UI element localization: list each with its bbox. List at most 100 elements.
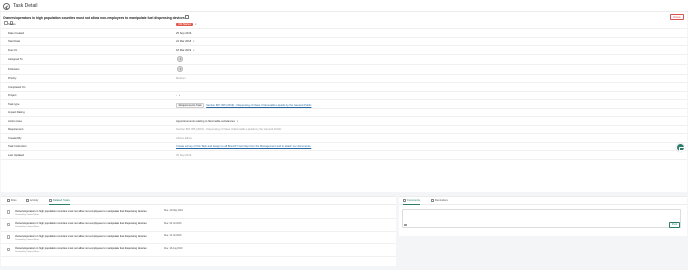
task-type-link[interactable]: Section 807.305 (2019) - Dispensing of C… xyxy=(206,104,311,107)
field-value[interactable]: Apportionments relating to flammable sub… xyxy=(176,120,238,123)
attach-icon[interactable] xyxy=(404,223,407,227)
file-icon xyxy=(7,199,10,202)
field-label: Assigned To xyxy=(8,57,23,61)
field-value-text: Section 807.305 (2019) - Dispensing of C… xyxy=(176,128,282,131)
list-item[interactable]: Owners/operators in high population coun… xyxy=(1,232,396,244)
tab-label: Activity xyxy=(29,199,39,203)
field-label: Created By xyxy=(8,136,22,140)
field-value: Medium xyxy=(176,77,186,80)
related-task-date: Due: 12 Jul 2019 xyxy=(164,235,182,238)
tab-files[interactable]: Files xyxy=(7,199,17,202)
field-row: Priority Medium xyxy=(1,75,687,83)
task-icon xyxy=(7,235,11,239)
field-value[interactable]: - ▾ xyxy=(176,94,180,97)
field-value-text: 18 Mar 2019 xyxy=(176,48,192,52)
status-badge[interactable]: Not Started xyxy=(176,23,194,27)
field-value: Citizen Ethos xyxy=(176,137,192,140)
field-value-text: - xyxy=(176,94,177,97)
field-label: Task type xyxy=(8,102,20,106)
field-label: Project xyxy=(8,94,17,97)
tab-label: Related Tasks xyxy=(52,199,70,203)
chevron-down-icon[interactable]: ▾ xyxy=(195,23,196,26)
field-row: Status Not Started ▾ xyxy=(1,21,687,29)
field-value[interactable]: 24 Mar 2018 ▾ xyxy=(176,40,194,43)
field-value: 25 Sep 2019 xyxy=(176,32,191,35)
field-row: Project - ▾ xyxy=(1,92,687,100)
related-task-title[interactable]: Owners/operators in high population coun… xyxy=(15,235,147,238)
tab-activity[interactable]: Activity xyxy=(26,199,38,202)
field-row: Requirement Section 807.305 (2019) - Disp… xyxy=(1,126,687,134)
edit-title-icon[interactable] xyxy=(185,15,189,19)
field-label: Status xyxy=(8,23,16,26)
field-label: Start Date xyxy=(8,40,21,43)
tab-label: Files xyxy=(10,199,17,203)
field-row: Created By Citizen Ethos xyxy=(1,134,687,143)
post-button[interactable]: Post xyxy=(669,222,680,228)
related-panel: Files Activity Related Tasks Owners/operat… xyxy=(1,196,396,266)
field-label: Priority xyxy=(8,77,17,80)
avatar[interactable] xyxy=(177,56,183,62)
field-value: Requirements Task Section 807.305 (2019) … xyxy=(176,102,311,108)
field-row: Completed On xyxy=(1,83,687,92)
field-row: Start Date 24 Mar 2018 ▾ xyxy=(1,38,687,46)
field-label: Last Updated xyxy=(8,153,24,157)
comments-panel: Comments Reminders Post xyxy=(399,196,687,236)
related-task-creator: Created by Citizen Ethos xyxy=(15,238,40,241)
related-task-date: Due: 09 Jul 2019 xyxy=(164,222,182,225)
related-task-title[interactable]: Owners/operators in high population coun… xyxy=(15,210,147,213)
field-label: Task Instruction xyxy=(8,145,27,148)
chat-icon[interactable] xyxy=(676,143,685,152)
chevron-down-icon[interactable]: ▾ xyxy=(237,120,238,123)
field-value-text: Citizen Ethos xyxy=(176,136,192,140)
related-task-creator: Created by Citizen Ethos xyxy=(15,251,40,253)
task-title: Owners/operators in high population coun… xyxy=(3,15,185,20)
field-value[interactable]: Create survey of this Task and assign to… xyxy=(176,145,311,148)
delete-button[interactable]: Delete xyxy=(670,14,684,20)
field-value: Section 807.305 (2019) - Dispensing of C… xyxy=(176,128,281,131)
chevron-down-icon[interactable]: ▾ xyxy=(193,49,194,52)
chevron-down-icon[interactable]: ▾ xyxy=(179,94,180,97)
field-label: Due On xyxy=(8,48,18,52)
field-label: Completed On xyxy=(8,85,26,89)
bell-icon xyxy=(431,199,434,202)
related-task-title[interactable]: Owners/operators in high population coun… xyxy=(15,247,147,250)
page-header: Task Detail xyxy=(0,0,688,12)
related-task-title[interactable]: Owners/operators in high population coun… xyxy=(15,222,147,225)
field-value-text[interactable]: Create survey of this Task and assign to… xyxy=(176,145,311,148)
field-value-text: 25 Sep 2019 xyxy=(176,153,192,157)
field-row: Due On 18 Mar 2019 ▾ xyxy=(1,46,687,55)
avatar[interactable] xyxy=(177,66,183,72)
field-row: Date Created 25 Sep 2019 xyxy=(1,29,687,38)
task-icon xyxy=(7,210,11,214)
related-task-creator: Created by Citizen Ethos xyxy=(15,213,40,216)
field-value-text: Apportionments relating to flammable sub… xyxy=(176,119,235,123)
task-type-button[interactable]: Requirements Task xyxy=(176,102,205,108)
tab-comments[interactable]: Comments xyxy=(403,199,420,206)
field-row: Task Instruction Create survey of this Ta… xyxy=(1,143,687,151)
field-value[interactable]: Not Started ▾ xyxy=(176,23,196,27)
tab-label: Comments xyxy=(406,199,420,203)
task-icon xyxy=(7,222,11,227)
right-tabbar: Comments Reminders xyxy=(399,197,687,206)
list-item[interactable]: Owners/operators in high population coun… xyxy=(1,245,396,257)
field-row: Impact Rating xyxy=(1,109,687,117)
field-label: Impact Rating xyxy=(8,111,25,114)
comment-icon xyxy=(403,199,406,202)
field-label: Followers xyxy=(8,67,20,71)
tab-label: Reminders xyxy=(434,199,448,203)
field-value-text: Medium xyxy=(176,77,186,80)
field-value[interactable]: 18 Mar 2019 ▾ xyxy=(176,49,194,52)
field-value-text: 24 Mar 2018 xyxy=(176,40,192,43)
field-value-text: 25 Sep 2019 xyxy=(176,31,192,35)
comment-input[interactable] xyxy=(402,209,681,228)
list-item[interactable]: Owners/operators in high population coun… xyxy=(1,207,396,219)
chevron-down-icon[interactable]: ▾ xyxy=(193,40,194,43)
tab-related-tasks[interactable]: Related Tasks xyxy=(49,199,70,206)
related-task-date: Due: 16 Aug 2019 xyxy=(164,247,183,250)
tab-reminders[interactable]: Reminders xyxy=(431,199,448,202)
task-icon xyxy=(7,247,11,252)
task-fields: Status Not Started ▾ Date Created 25 Sep 201… xyxy=(1,21,687,160)
related-task-creator: Created by Citizen Ethos xyxy=(15,226,40,228)
back-icon[interactable] xyxy=(3,2,10,10)
list-item[interactable]: Owners/operators in high population coun… xyxy=(1,220,396,232)
